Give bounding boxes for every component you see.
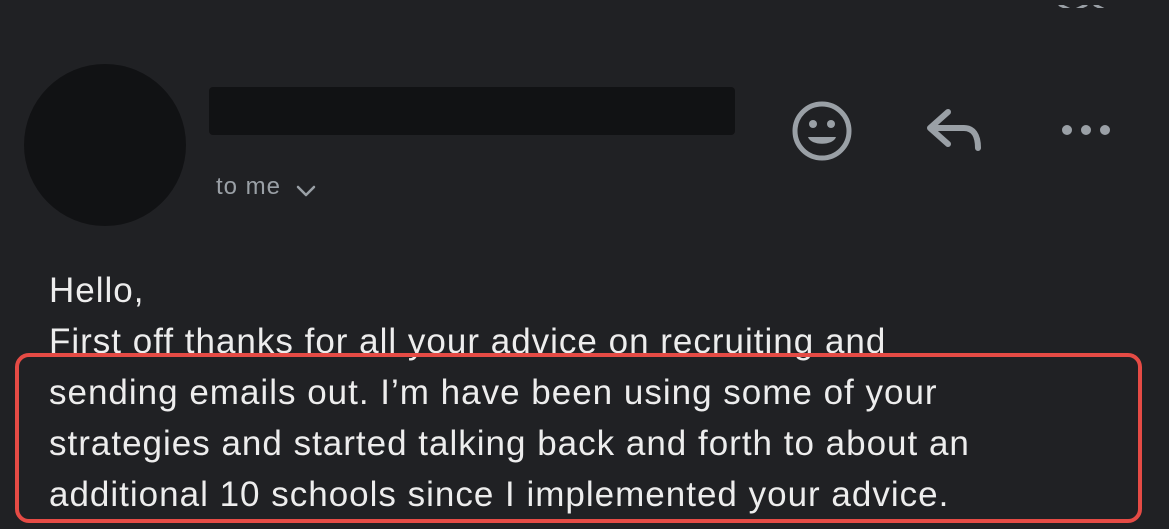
more-options-icon[interactable] <box>1058 116 1114 144</box>
emoji-icon[interactable] <box>790 99 854 163</box>
sender-avatar[interactable] <box>24 64 186 226</box>
chevron-down-icon[interactable] <box>293 179 319 205</box>
message-greeting: Hello, <box>49 271 145 310</box>
partial-chevron-icon <box>1058 3 1105 8</box>
reply-icon[interactable] <box>922 104 986 156</box>
message-body: Hello, First off thanks for all your adv… <box>49 265 1139 520</box>
message-line: strategies and started talking back and … <box>49 424 970 463</box>
message-line: sending emails out. I’m have been using … <box>49 373 938 412</box>
top-edge-icon-fragment <box>1055 0 1110 8</box>
recipient-label: to me <box>216 173 282 200</box>
recipient-toggle[interactable]: to me <box>216 167 319 207</box>
message-line: First off thanks for all your advice on … <box>49 322 887 361</box>
message-line: additional 10 schools since I implemente… <box>49 475 950 514</box>
sender-name-redacted <box>209 87 735 135</box>
